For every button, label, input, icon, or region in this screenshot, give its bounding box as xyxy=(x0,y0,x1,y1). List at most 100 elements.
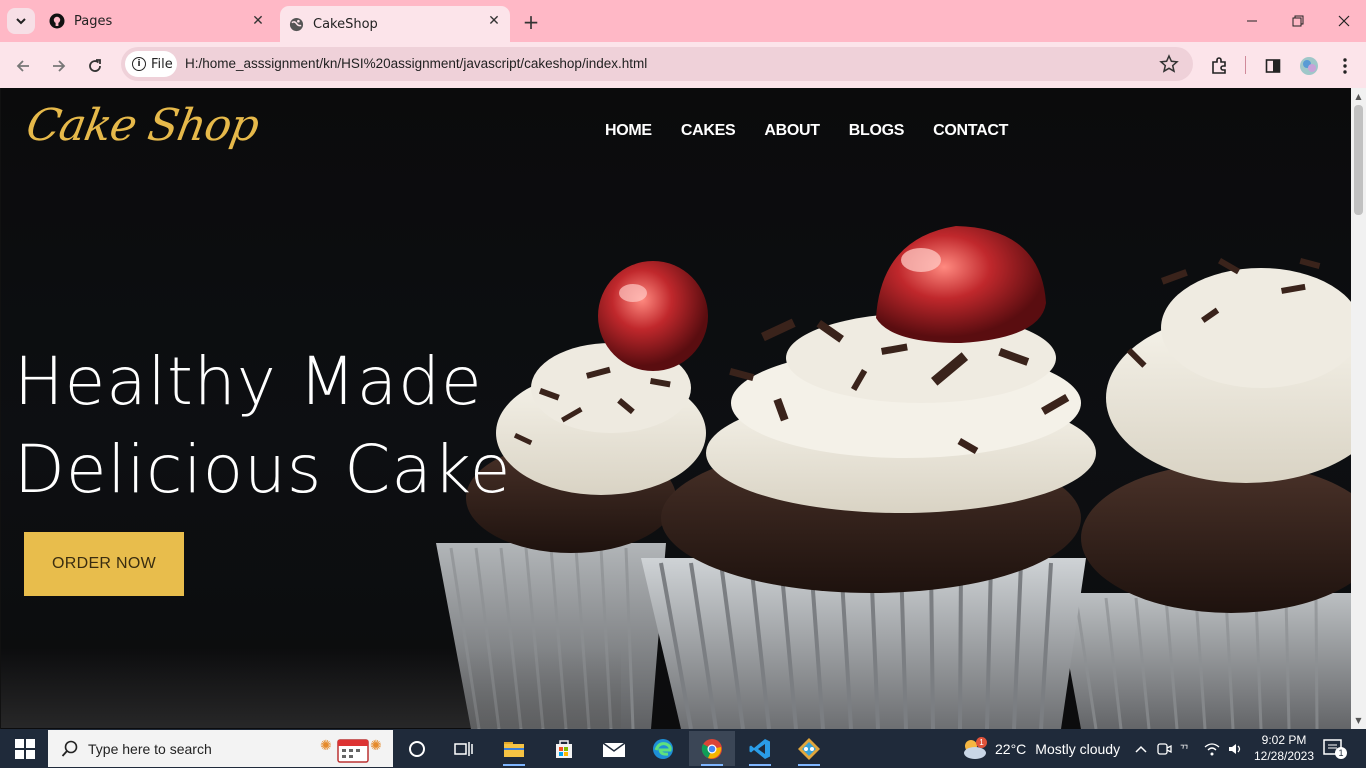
puzzle-icon xyxy=(1212,57,1226,74)
site-logo[interactable]: Cake Shop xyxy=(23,100,263,151)
tab-label: Pages xyxy=(74,13,113,29)
weather-widget[interactable]: 1 22°C Mostly cloudy xyxy=(960,729,1120,768)
git-diamond-icon xyxy=(798,737,820,760)
foreground-blur xyxy=(1,648,621,728)
edge-icon xyxy=(653,738,673,759)
svg-text:ᄁ: ᄁ xyxy=(1179,744,1189,756)
clock-time: 9:02 PM xyxy=(1261,733,1307,747)
tab-cakeshop[interactable]: CakeShop ✕ xyxy=(280,6,510,42)
page-scrollbar[interactable]: ▲ ▼ xyxy=(1351,88,1366,729)
language-icon[interactable]: ᄁ xyxy=(1179,741,1197,757)
system-tray: ᄁ xyxy=(1133,729,1245,768)
tab-strip: Pages ✕ CakeShop ✕ + xyxy=(0,0,1366,42)
running-indicator xyxy=(503,764,525,766)
file-explorer-button[interactable] xyxy=(491,731,537,766)
chrome-icon xyxy=(701,738,722,759)
scroll-down-icon[interactable]: ▼ xyxy=(1354,716,1363,725)
cakeshop-page: Cake Shop HOME CAKES ABOUT BLOGS CONTACT… xyxy=(1,88,1351,729)
vscode-button[interactable] xyxy=(737,731,783,766)
order-now-button[interactable]: ORDER NOW xyxy=(24,532,184,596)
profile-avatar[interactable] xyxy=(1297,54,1321,78)
store-button[interactable] xyxy=(541,731,587,766)
running-indicator xyxy=(701,764,723,766)
reload-button[interactable] xyxy=(81,52,109,80)
chevron-up-icon[interactable] xyxy=(1133,741,1149,757)
site-info-chip[interactable]: i File xyxy=(125,51,177,77)
nav-home[interactable]: HOME xyxy=(605,122,652,140)
folder-icon xyxy=(504,741,524,757)
search-placeholder: Type here to search xyxy=(88,740,212,757)
clock-date: 12/28/2023 xyxy=(1253,749,1315,763)
weather-condition: Mostly cloudy xyxy=(1035,740,1121,757)
wifi-icon[interactable] xyxy=(1203,741,1221,757)
url-text[interactable]: H:/home_asssignment/kn/HSI%20assignment/… xyxy=(185,56,647,71)
action-center-button[interactable]: 1 xyxy=(1322,737,1350,761)
new-tab-button[interactable]: + xyxy=(519,10,543,34)
tab-pages[interactable]: Pages ✕ xyxy=(42,6,274,36)
bookmark-star-icon[interactable] xyxy=(1159,54,1179,74)
mail-icon xyxy=(602,741,626,757)
meet-now-icon[interactable] xyxy=(1155,741,1173,757)
git-app-button[interactable] xyxy=(786,731,832,766)
running-indicator xyxy=(749,764,771,766)
hero-line-1: Healthy Made xyxy=(14,343,483,420)
edge-button[interactable] xyxy=(640,731,686,766)
forward-button[interactable] xyxy=(45,52,73,80)
browser-menu-button[interactable] xyxy=(1333,54,1357,78)
omnibox[interactable]: i File H:/home_asssignment/kn/HSI%20assi… xyxy=(121,47,1193,81)
cortana-circle-icon xyxy=(409,740,425,757)
globe-icon xyxy=(288,16,304,32)
restore-button[interactable] xyxy=(1275,6,1321,36)
tab-label: CakeShop xyxy=(313,16,378,32)
volume-icon[interactable] xyxy=(1227,741,1245,757)
nav-blogs[interactable]: BLOGS xyxy=(849,122,905,140)
back-arrow-icon xyxy=(16,60,29,72)
weather-temp: 22°C xyxy=(995,740,1027,757)
hero-heading: Healthy Made Delicious Cake xyxy=(14,338,511,514)
calendar-icon: ✺ ✺ xyxy=(320,738,382,763)
avatar-icon xyxy=(1300,57,1318,75)
forward-arrow-icon xyxy=(53,60,66,72)
task-view-icon xyxy=(454,741,473,756)
taskbar-search-box[interactable]: Type here to search ✺ ✺ xyxy=(48,730,393,767)
running-indicator xyxy=(798,764,820,766)
close-tab-icon[interactable]: ✕ xyxy=(250,13,266,29)
scrollbar-thumb[interactable] xyxy=(1354,105,1363,215)
side-panel-icon xyxy=(1265,59,1281,73)
back-button[interactable] xyxy=(9,52,37,80)
notification-count: 1 xyxy=(1335,747,1347,759)
close-icon xyxy=(1338,15,1350,27)
chevron-down-icon xyxy=(16,18,26,25)
scheme-label: File xyxy=(151,56,173,72)
hero-line-2: Delicious Cake xyxy=(14,431,512,508)
side-panel-button[interactable] xyxy=(1261,54,1285,78)
weather-alert-badge: 1 xyxy=(976,737,987,748)
info-icon: i xyxy=(132,57,146,71)
mail-button[interactable] xyxy=(591,731,637,766)
close-window-button[interactable] xyxy=(1321,6,1366,36)
nav-contact[interactable]: CONTACT xyxy=(933,122,1008,140)
cortana-button[interactable] xyxy=(394,731,440,766)
minimize-button[interactable] xyxy=(1229,6,1275,36)
more-vert-icon xyxy=(1343,58,1347,74)
task-view-button[interactable] xyxy=(441,731,487,766)
svg-text:✺: ✺ xyxy=(370,738,382,754)
store-bag-icon xyxy=(556,739,572,758)
minimize-icon xyxy=(1247,20,1257,22)
taskbar-clock[interactable]: 9:02 PM 12/28/2023 xyxy=(1252,732,1316,764)
vscode-icon xyxy=(749,738,770,759)
github-icon xyxy=(49,13,65,29)
main-nav: HOME CAKES ABOUT BLOGS CONTACT xyxy=(605,122,1037,140)
extensions-button[interactable] xyxy=(1207,54,1231,78)
tab-search-button[interactable] xyxy=(7,8,35,34)
windows-start-icon[interactable] xyxy=(14,738,36,760)
nav-about[interactable]: ABOUT xyxy=(764,122,820,140)
nav-cakes[interactable]: CAKES xyxy=(681,122,736,140)
restore-icon xyxy=(1292,15,1304,27)
search-icon xyxy=(61,740,78,757)
scroll-up-icon[interactable]: ▲ xyxy=(1354,92,1363,101)
close-tab-icon[interactable]: ✕ xyxy=(486,13,502,29)
address-bar-row: i File H:/home_asssignment/kn/HSI%20assi… xyxy=(0,42,1366,88)
reload-icon xyxy=(89,59,101,72)
chrome-button[interactable] xyxy=(689,731,735,766)
